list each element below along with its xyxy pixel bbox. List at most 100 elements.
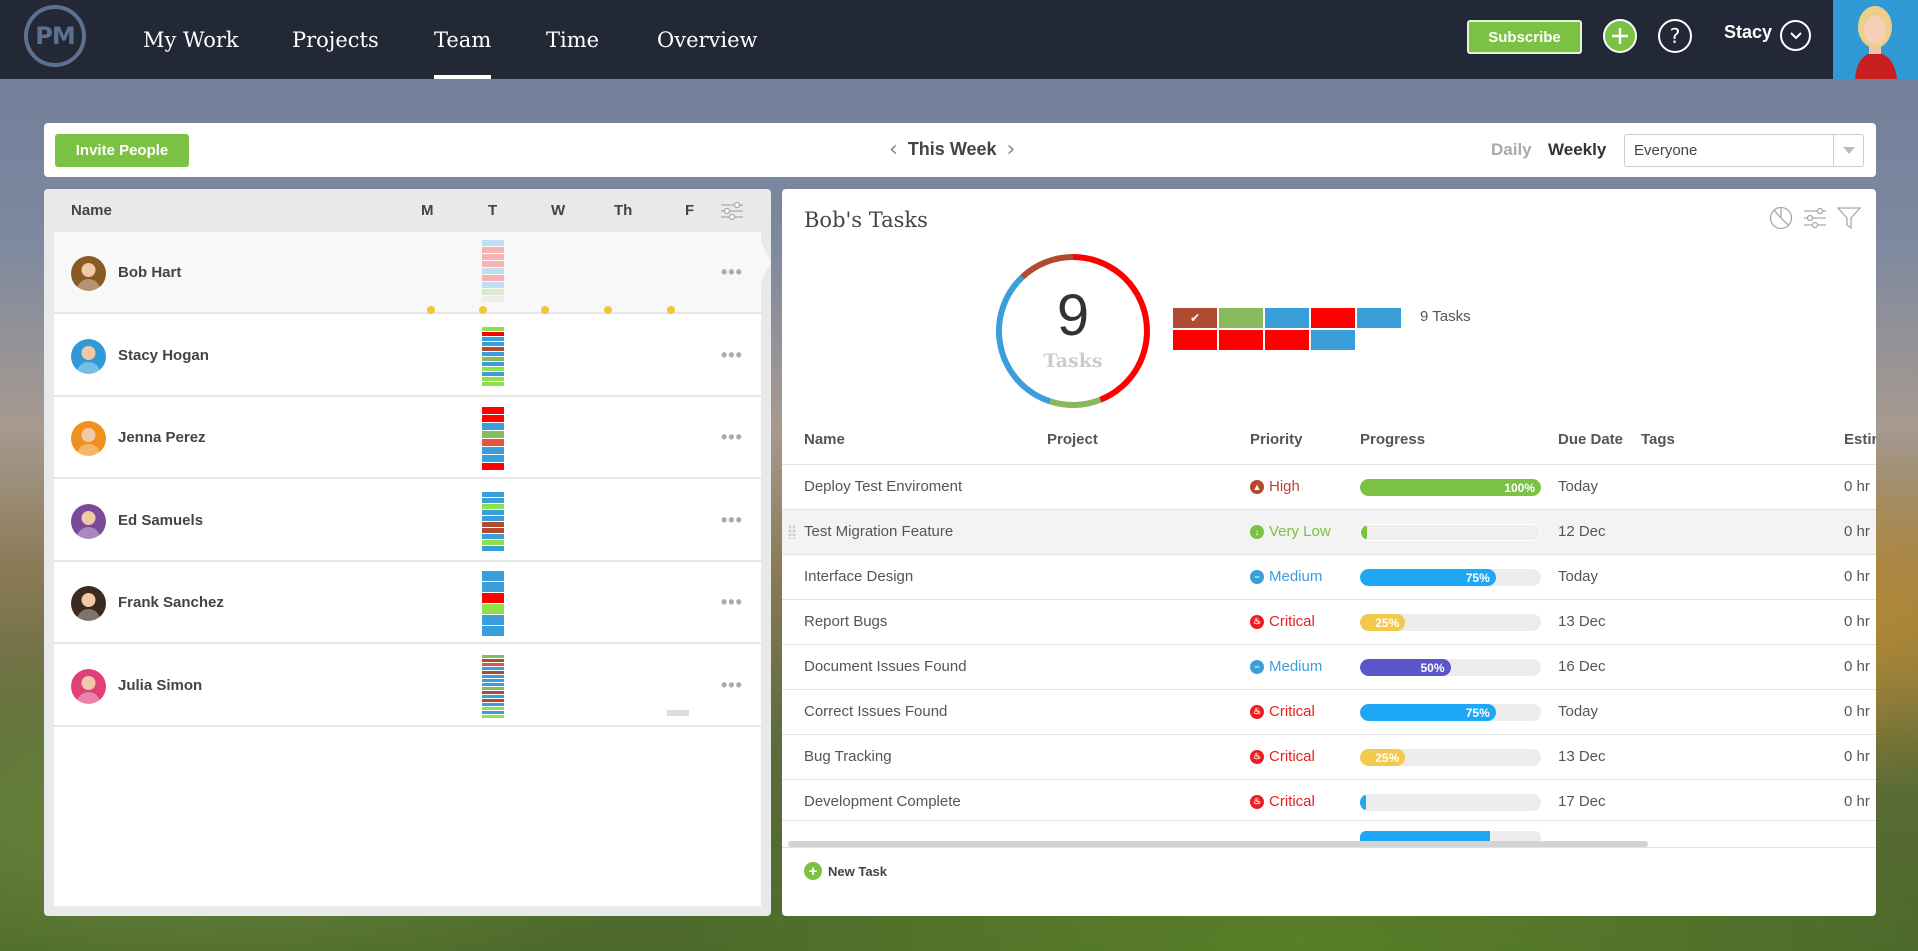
- task-name[interactable]: Correct Issues Found: [804, 703, 947, 720]
- legend-tile[interactable]: [1265, 330, 1309, 350]
- team-member-row[interactable]: Stacy Hogan •••: [54, 314, 761, 397]
- workload-bar-stack[interactable]: [482, 240, 504, 302]
- task-priority[interactable]: ♨ Critical: [1250, 748, 1315, 765]
- legend-tile[interactable]: [1219, 308, 1263, 328]
- task-priority[interactable]: ♨ Critical: [1250, 793, 1315, 810]
- column-header-project[interactable]: Project: [1047, 431, 1098, 448]
- new-task-button[interactable]: + New Task: [804, 862, 887, 880]
- filter-icon[interactable]: [1836, 206, 1862, 235]
- task-name[interactable]: Bug Tracking: [804, 748, 892, 765]
- task-row[interactable]: Development Complete ♨ Critical 17 Dec 0 hr: [782, 779, 1876, 824]
- more-options-icon[interactable]: •••: [721, 592, 743, 613]
- team-member-row[interactable]: Jenna Perez •••: [54, 397, 761, 479]
- nav-overview[interactable]: Overview: [657, 0, 758, 79]
- task-estimate[interactable]: 0 hr: [1844, 613, 1870, 630]
- view-weekly-toggle[interactable]: Weekly: [1548, 140, 1606, 160]
- previous-week-icon[interactable]: ‹: [889, 137, 898, 162]
- task-row[interactable]: Interface Design − Medium 75% Today 0 hr: [782, 554, 1876, 599]
- member-name[interactable]: Jenna Perez: [118, 429, 206, 446]
- nav-my-work[interactable]: My Work: [143, 0, 239, 79]
- task-name[interactable]: Test Migration Feature: [804, 523, 953, 540]
- nav-team[interactable]: Team: [434, 0, 492, 79]
- task-due-date[interactable]: Today: [1558, 568, 1598, 585]
- member-name[interactable]: Stacy Hogan: [118, 347, 209, 364]
- legend-tile[interactable]: [1219, 330, 1263, 350]
- people-filter-select[interactable]: Everyone: [1624, 134, 1864, 167]
- task-priority[interactable]: − Medium: [1250, 658, 1322, 675]
- task-estimate[interactable]: 0 hr: [1844, 793, 1870, 810]
- member-name[interactable]: Julia Simon: [118, 677, 202, 694]
- team-member-row[interactable]: Julia Simon •••: [54, 644, 761, 727]
- column-header-due-date[interactable]: Due Date: [1558, 431, 1623, 448]
- column-header-name[interactable]: Name: [804, 431, 845, 448]
- add-icon[interactable]: [1603, 19, 1637, 53]
- task-row[interactable]: Bug Tracking ♨ Critical 25% 13 Dec 0 hr: [782, 734, 1876, 779]
- legend-tile[interactable]: [1265, 308, 1309, 328]
- more-options-icon[interactable]: •••: [721, 345, 743, 366]
- member-name[interactable]: Ed Samuels: [118, 512, 203, 529]
- column-settings-icon[interactable]: [720, 201, 744, 226]
- user-avatar[interactable]: [1833, 0, 1918, 79]
- legend-tile[interactable]: [1311, 308, 1355, 328]
- view-daily-toggle[interactable]: Daily: [1491, 140, 1532, 160]
- team-member-row[interactable]: Ed Samuels •••: [54, 479, 761, 562]
- drag-handle-icon[interactable]: [788, 525, 796, 539]
- more-options-icon[interactable]: •••: [721, 510, 743, 531]
- column-header-progress[interactable]: Progress: [1360, 431, 1425, 448]
- task-row[interactable]: Report Bugs ♨ Critical 25% 13 Dec 0 hr: [782, 599, 1876, 644]
- task-name[interactable]: Development Complete: [804, 793, 961, 810]
- task-priority[interactable]: − Medium: [1250, 568, 1322, 585]
- task-row[interactable]: Test Migration Feature ↓ Very Low 12 Dec 0 h…: [782, 509, 1876, 554]
- task-name[interactable]: Report Bugs: [804, 613, 887, 630]
- task-due-date[interactable]: Today: [1558, 703, 1598, 720]
- task-priority[interactable]: ♨ Critical: [1250, 613, 1315, 630]
- column-header-estimate[interactable]: Estim: [1844, 431, 1876, 448]
- dropdown-caret-icon[interactable]: [1833, 135, 1863, 166]
- legend-tile[interactable]: [1173, 330, 1217, 350]
- task-name[interactable]: Interface Design: [804, 568, 913, 585]
- more-options-icon[interactable]: •••: [721, 262, 743, 283]
- task-estimate[interactable]: 0 hr: [1844, 523, 1870, 540]
- workload-bar-stack[interactable]: [482, 326, 504, 386]
- column-header-priority[interactable]: Priority: [1250, 431, 1303, 448]
- task-due-date[interactable]: 17 Dec: [1558, 793, 1606, 810]
- next-week-icon[interactable]: ›: [1007, 137, 1016, 162]
- task-due-date[interactable]: 12 Dec: [1558, 523, 1606, 540]
- team-member-row[interactable]: Bob Hart •••: [54, 232, 761, 314]
- resize-handle[interactable]: [667, 709, 689, 716]
- task-estimate[interactable]: 0 hr: [1844, 568, 1870, 585]
- workload-bar-stack[interactable]: [482, 407, 504, 470]
- column-header-tags[interactable]: Tags: [1641, 431, 1675, 448]
- task-row[interactable]: Document Issues Found − Medium 50% 16 Dec 0 h…: [782, 644, 1876, 689]
- task-name[interactable]: Deploy Test Enviroment: [804, 478, 962, 495]
- settings-sliders-icon[interactable]: [1803, 207, 1827, 234]
- task-due-date[interactable]: 13 Dec: [1558, 613, 1606, 630]
- member-name[interactable]: Frank Sanchez: [118, 594, 224, 611]
- task-estimate[interactable]: 0 hr: [1844, 478, 1870, 495]
- chevron-down-icon[interactable]: [1780, 20, 1811, 51]
- subscribe-button[interactable]: Subscribe: [1467, 20, 1582, 54]
- nav-time[interactable]: Time: [546, 0, 599, 79]
- task-due-date[interactable]: Today: [1558, 478, 1598, 495]
- pie-chart-icon[interactable]: [1769, 206, 1793, 235]
- task-priority[interactable]: ↓ Very Low: [1250, 523, 1331, 540]
- legend-tile[interactable]: ✔: [1173, 308, 1217, 328]
- task-estimate[interactable]: 0 hr: [1844, 658, 1870, 675]
- task-estimate[interactable]: 0 hr: [1844, 748, 1870, 765]
- task-due-date[interactable]: 13 Dec: [1558, 748, 1606, 765]
- user-name[interactable]: Stacy: [1724, 22, 1772, 43]
- nav-projects[interactable]: Projects: [292, 0, 379, 79]
- task-due-date[interactable]: 16 Dec: [1558, 658, 1606, 675]
- member-name[interactable]: Bob Hart: [118, 264, 181, 281]
- more-options-icon[interactable]: •••: [721, 675, 743, 696]
- legend-tile[interactable]: [1357, 308, 1401, 328]
- workload-bar-stack[interactable]: [482, 654, 504, 718]
- task-row[interactable]: Deploy Test Enviroment ▲ High 100% Today 0 hr: [782, 464, 1876, 509]
- task-priority[interactable]: ▲ High: [1250, 478, 1300, 495]
- task-row[interactable]: Correct Issues Found ♨ Critical 75% Today 0 h…: [782, 689, 1876, 734]
- more-options-icon[interactable]: •••: [721, 427, 743, 448]
- legend-tile[interactable]: [1311, 330, 1355, 350]
- task-estimate[interactable]: 0 hr: [1844, 703, 1870, 720]
- task-name[interactable]: Document Issues Found: [804, 658, 967, 675]
- invite-people-button[interactable]: Invite People: [55, 134, 189, 167]
